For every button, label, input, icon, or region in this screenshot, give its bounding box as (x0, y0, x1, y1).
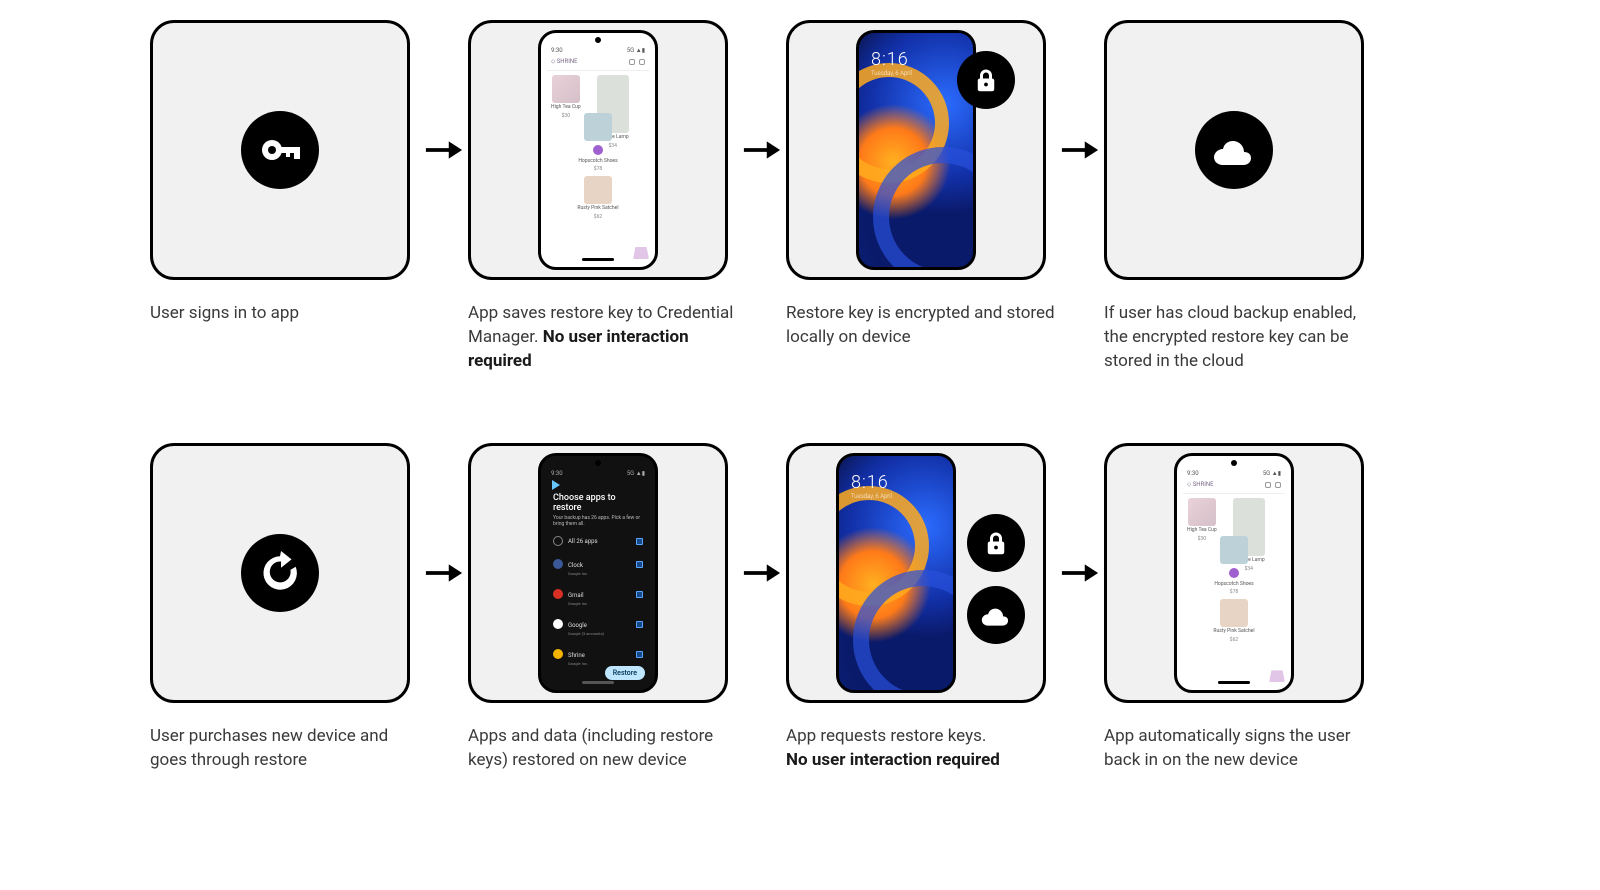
step-cloud-backup: If user has cloud backup enabled, the en… (1104, 20, 1374, 373)
phone-app-header: ⬦ SHRINE (1183, 479, 1285, 494)
caption-request-keys: App requests restore keys. No user inter… (786, 725, 1056, 773)
play-icon (552, 480, 560, 490)
box-key-icon (150, 20, 410, 280)
arrow-icon (738, 20, 786, 280)
app-title: ⬦ SHRINE (1187, 481, 1214, 489)
product-grid: High Tea Cup $30 3K Olive Lamp $34 (547, 71, 649, 224)
restore-app-row: ShrineGoogle Inc. (547, 639, 649, 669)
flow-row-2: User purchases new device and goes throu… (150, 443, 1450, 773)
box-app-phone: 9:30 5G ▲▮ ⬦ SHRINE High Tea Cup $30 (468, 20, 728, 280)
lock-icon (957, 51, 1015, 109)
status-time: 9:30 (551, 47, 563, 54)
restore-title: Choose apps to restore (547, 493, 649, 513)
flow-row-1: User signs in to app 9:30 5G ▲▮ ⬦ SHRINE (150, 20, 1450, 373)
caption-save-key: App saves restore key to Credential Mana… (468, 302, 738, 373)
cloud-icon (1195, 111, 1273, 189)
cart-icon (633, 247, 649, 259)
phone-restore-apps: 9:30 5G ▲▮ Choose apps to restore Your b… (538, 453, 658, 693)
step-signin: User signs in to app (150, 20, 420, 326)
caption-signin: User signs in to app (150, 302, 420, 326)
phone-lockscreen: 8:16 Tuesday, 6 April (836, 453, 956, 693)
product-item: Rusty Pink Satchel $62 (551, 176, 645, 220)
step-apps-restored: 9:30 5G ▲▮ Choose apps to restore Your b… (468, 443, 738, 773)
caption-encrypt-local: Restore key is encrypted and stored loca… (786, 302, 1056, 350)
product-item: Hopscotch Shoes $78 (1187, 536, 1281, 596)
box-restore-phone: 9:30 5G ▲▮ Choose apps to restore Your b… (468, 443, 728, 703)
product-item: Rusty Pink Satchel $62 (1187, 599, 1281, 643)
restore-app-row: GoogleGoogle (3 accounts) (547, 609, 649, 639)
box-app-phone-restored: 9:30 5G ▲▮ ⬦ SHRINE High Tea Cup $30 (1104, 443, 1364, 703)
step-save-key: 9:30 5G ▲▮ ⬦ SHRINE High Tea Cup $30 (468, 20, 738, 373)
step-request-keys: 8:16 Tuesday, 6 April App requests resto… (786, 443, 1056, 773)
phone-app-header: ⬦ SHRINE (547, 56, 649, 71)
caption-auto-signin: App automatically signs the user back in… (1104, 725, 1374, 773)
box-cloud-icon (1104, 20, 1364, 280)
product-grid: High Tea Cup $30 3K Olive Lamp $34 (1183, 494, 1285, 647)
phone-statusbar: 9:30 5G ▲▮ (547, 470, 649, 479)
header-icons (1265, 482, 1281, 488)
step-new-device: User purchases new device and goes throu… (150, 443, 420, 773)
lockscreen-time: 8:16 Tuesday, 6 April (851, 472, 892, 500)
restore-header (547, 479, 649, 493)
arrow-icon (738, 443, 786, 703)
arrow-icon (420, 20, 468, 280)
caption-new-device: User purchases new device and goes throu… (150, 725, 420, 773)
restore-all-row: All 26 apps (547, 533, 649, 549)
step-encrypt-local: 8:16 Tuesday, 6 April Restore key is enc… (786, 20, 1056, 350)
phone-statusbar: 9:30 5G ▲▮ (547, 47, 649, 56)
product-item: Hopscotch Shoes $78 (551, 113, 645, 173)
status-network: 5G ▲▮ (1263, 470, 1281, 477)
phone-app-shrine: 9:30 5G ▲▮ ⬦ SHRINE High Tea Cup $30 (538, 30, 658, 270)
lockscreen-time: 8:16 Tuesday, 6 April (871, 49, 912, 77)
arrow-icon (420, 443, 468, 703)
sync-icon (241, 534, 319, 612)
restore-subtitle: Your backup has 26 apps. Pick a few or b… (547, 513, 649, 533)
app-title: ⬦ SHRINE (551, 58, 578, 66)
arrow-icon (1056, 443, 1104, 703)
lock-icon (967, 514, 1025, 572)
restore-app-row: ClockGoogle Inc. (547, 549, 649, 579)
caption-apps-restored: Apps and data (including restore keys) r… (468, 725, 738, 773)
phone-app-shrine: 9:30 5G ▲▮ ⬦ SHRINE High Tea Cup $30 (1174, 453, 1294, 693)
status-time: 9:30 (1187, 470, 1199, 477)
cloud-icon (967, 586, 1025, 644)
box-sync-icon (150, 443, 410, 703)
favorite-badge (1229, 568, 1239, 578)
phone-statusbar: 9:30 5G ▲▮ (1183, 470, 1285, 479)
favorite-badge (593, 145, 603, 155)
arrow-icon (1056, 20, 1104, 280)
restore-app-row: GmailGoogle Inc. (547, 579, 649, 609)
status-network: 5G ▲▮ (627, 470, 645, 477)
status-network: 5G ▲▮ (627, 47, 645, 54)
cart-icon (1269, 670, 1285, 682)
box-locked-phone: 8:16 Tuesday, 6 April (786, 20, 1046, 280)
status-time: 9:30 (551, 470, 563, 477)
box-request-keys: 8:16 Tuesday, 6 April (786, 443, 1046, 703)
restore-button[interactable]: Restore (605, 666, 645, 680)
step-auto-signin: 9:30 5G ▲▮ ⬦ SHRINE High Tea Cup $30 (1104, 443, 1374, 773)
key-icon (241, 111, 319, 189)
header-icons (629, 59, 645, 65)
caption-cloud-backup: If user has cloud backup enabled, the en… (1104, 302, 1374, 373)
